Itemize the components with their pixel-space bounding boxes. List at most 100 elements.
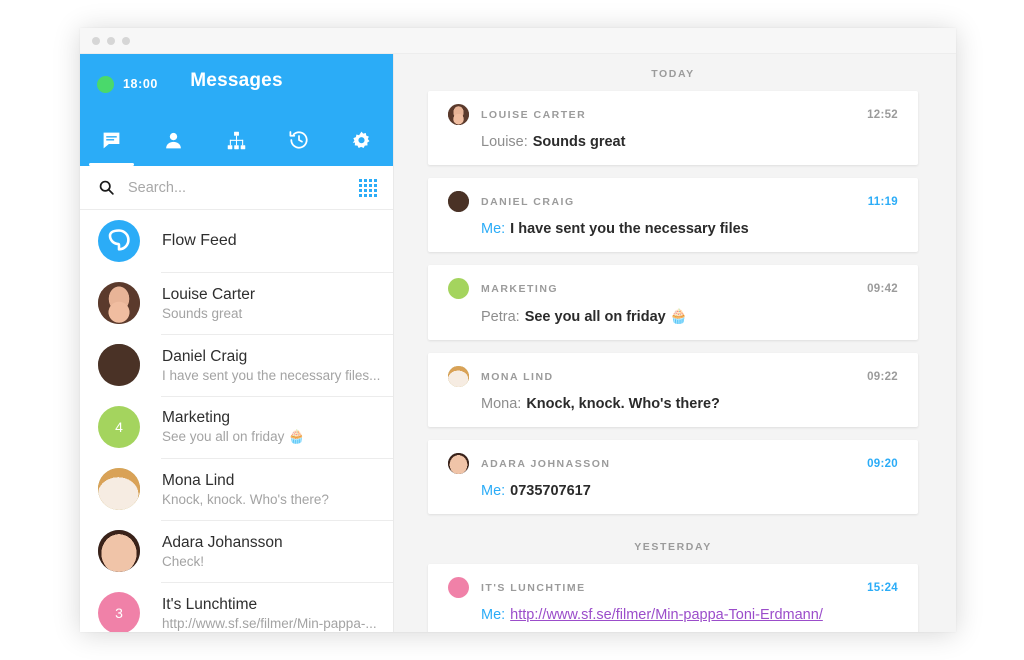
avatar [98,530,140,572]
history-clock-icon [289,131,308,149]
list-item-text: Daniel Craig I have sent you the necessa… [162,348,383,383]
avatar [98,344,140,386]
message-sender: Mona: [481,396,522,412]
avatar [448,191,469,212]
message-text: Knock, knock. Who's there? [526,396,720,412]
message-header: IT'S LUNCHTIME 15:24 [448,577,898,598]
conversation-name: It's Lunchtime [162,595,258,613]
sidebar-header: Messages 18:00 [80,54,393,166]
message-card-adara-johnasson[interactable]: ADARA JOHNASSON 09:20 Me: 0735707617 [428,440,918,514]
message-title: DANIEL CRAIG [481,195,575,208]
message-sender: Me: [481,221,506,237]
dialpad-grid-icon[interactable] [359,178,377,197]
unread-badge-avatar [448,577,469,598]
message-body: Me: http://www.sf.se/filmer/Min-pappa-Ton… [481,607,898,623]
unread-count: 3 [115,605,123,621]
conversation-preview: I have sent you the necessary files... [162,367,381,383]
tab-settings[interactable] [330,114,393,166]
conversation-preview: http://www.sf.se/filmer/Min-pappa-... [162,615,377,631]
message-body: Louise: Sounds great [481,134,898,150]
message-text: I have sent you the necessary files [510,221,749,237]
list-item-text: It's Lunchtime http://www.sf.se/filmer/M… [162,596,383,631]
tab-organisation[interactable] [205,114,268,166]
message-body: Me: 0735707617 [481,483,898,499]
list-item-text: Marketing See you all on friday 🧁 [162,409,383,445]
message-card-its-lunchtime[interactable]: IT'S LUNCHTIME 15:24 Me: http://www.sf.se… [428,564,918,632]
tab-messages[interactable] [80,114,143,166]
list-item-flow-feed[interactable]: Flow Feed [80,210,393,272]
window-maximize-dot[interactable] [122,36,130,45]
tab-contacts[interactable] [143,114,206,166]
message-body: Me: I have sent you the necessary files [481,221,898,237]
message-link[interactable]: http://www.sf.se/filmer/Min-pappa-Toni-E… [510,607,823,623]
message-time: 11:19 [867,195,898,208]
message-text: Sounds great [532,134,626,150]
message-header: LOUISE CARTER 12:52 [448,104,898,125]
day-separator-yesterday: YESTERDAY [634,541,712,553]
unread-badge-avatar [448,278,469,299]
conversation-name: Marketing [162,409,231,426]
flow-feed-logo-icon [98,220,140,262]
conversation-list: Flow Feed Louise Carter Sounds great Dan… [80,210,393,632]
tab-history[interactable] [268,114,331,166]
window-close-dot[interactable] [92,36,100,45]
avatar [98,282,140,324]
conversation-name: Louise Carter [162,285,256,303]
presence-indicator-icon[interactable] [97,75,114,93]
person-icon [166,132,182,148]
unread-badge-avatar: 3 [98,592,140,632]
list-item-adara-johansson[interactable]: Adara Johansson Check! [80,520,393,582]
list-item-text: Mona Lind Knock, knock. Who's there? [162,472,383,507]
org-chart-icon [227,131,246,149]
conversation-name: Mona Lind [162,471,235,489]
conversation-preview: See you all on friday 🧁 [162,429,305,444]
search-icon [99,180,114,195]
conversation-name: Flow Feed [162,232,237,249]
message-body: Mona: Knock, knock. Who's there? [481,396,898,412]
message-title: LOUISE CARTER [481,108,587,121]
search-bar[interactable] [80,166,393,210]
list-item-text: Adara Johansson Check! [162,534,383,569]
message-sender: Me: [481,483,506,499]
conversation-preview: Sounds great [162,305,243,321]
message-sender: Louise: [481,134,528,150]
message-feed-panel: TODAY LOUISE CARTER 12:52 Louise: Sounds … [394,54,956,632]
day-separator-today: TODAY [651,68,695,80]
message-card-marketing[interactable]: MARKETING 09:42 Petra: See you all on fri… [428,265,918,340]
avatar [448,453,469,474]
avatar [448,104,469,125]
message-title: ADARA JOHNASSON [481,457,611,470]
message-body: Petra: See you all on friday 🧁 [481,308,898,325]
sidebar-nav [80,114,393,166]
message-text: 0735707617 [510,483,591,499]
message-time: 09:22 [867,370,898,383]
message-header: MARKETING 09:42 [448,278,898,299]
search-input[interactable] [128,179,359,196]
unread-badge-avatar: 4 [98,406,140,448]
clock-label: 18:00 [123,77,158,91]
message-time: 09:42 [867,282,898,295]
message-sender: Me: [481,607,506,623]
list-item-marketing[interactable]: 4 Marketing See you all on friday 🧁 [80,396,393,458]
message-card-daniel-craig[interactable]: DANIEL CRAIG 11:19 Me: I have sent you th… [428,178,918,252]
message-card-mona-lind[interactable]: MONA LIND 09:22 Mona: Knock, knock. Who's… [428,353,918,427]
message-card-louise-carter[interactable]: LOUISE CARTER 12:52 Louise: Sounds great [428,91,918,165]
window-minimize-dot[interactable] [107,36,115,45]
message-header: DANIEL CRAIG 11:19 [448,191,898,212]
status-row: 18:00 [80,54,393,114]
message-time: 09:20 [867,457,898,470]
list-item-louise-carter[interactable]: Louise Carter Sounds great [80,272,393,334]
unread-count: 4 [115,419,123,435]
message-title: IT'S LUNCHTIME [481,581,586,594]
list-item-daniel-craig[interactable]: Daniel Craig I have sent you the necessa… [80,334,393,396]
conversation-name: Daniel Craig [162,347,248,365]
window-body: Messages 18:00 Search... Flow Feed Louis… [80,54,956,632]
message-header: MONA LIND 09:22 [448,366,898,387]
conversation-preview: Knock, knock. Who's there? [162,491,329,507]
message-scroll-area[interactable]: TODAY LOUISE CARTER 12:52 Louise: Sounds … [394,54,956,632]
list-item-mona-lind[interactable]: Mona Lind Knock, knock. Who's there? [80,458,393,520]
message-time: 15:24 [867,581,898,594]
list-item-its-lunchtime[interactable]: 3 It's Lunchtime http://www.sf.se/filmer… [80,582,393,632]
message-text: See you all on friday 🧁 [524,309,688,325]
list-item-text: Louise Carter Sounds great [162,286,383,321]
